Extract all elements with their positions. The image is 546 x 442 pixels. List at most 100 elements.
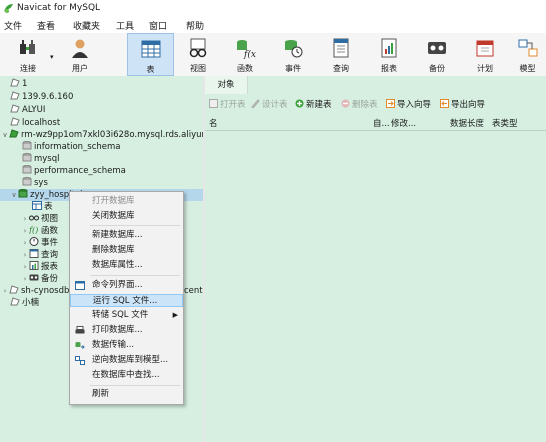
tree-item-database[interactable]: sys xyxy=(22,177,48,189)
tree-item-connection[interactable]: 1 xyxy=(10,78,27,90)
menu-item-close-database[interactable]: 关闭数据库 xyxy=(70,210,183,223)
table-icon xyxy=(141,40,160,58)
toolbar-schedule-button[interactable]: 计划 xyxy=(463,33,507,76)
tree-item-events[interactable]: › 事件 xyxy=(21,237,58,249)
main-toolbar: 连接 ▾ 用户 表 视图 f(x) 函数 xyxy=(0,33,546,77)
open-table-button[interactable]: 打开表 xyxy=(209,98,246,110)
delete-icon xyxy=(341,99,350,108)
tree-item-connection[interactable]: 小楠 xyxy=(10,297,39,309)
toolbar-table-button[interactable]: 表 xyxy=(127,33,174,76)
menu-item-dump-sql-file[interactable]: 转储 SQL 文件 ▶ xyxy=(70,309,183,322)
backup-icon xyxy=(428,42,446,54)
object-toolbar: 打开表 设计表 新建表 删除表 导入向导 导出向导 xyxy=(205,96,546,112)
menu-separator xyxy=(90,275,180,276)
design-table-icon xyxy=(251,99,260,108)
tree-item-reports[interactable]: › 报表 xyxy=(21,261,58,273)
menu-item-reverse-to-model[interactable]: 逆向数据库到模型... xyxy=(70,354,183,367)
tree-expand-toggle[interactable]: › xyxy=(21,249,29,261)
menu-item-data-transfer[interactable]: 数据传输... xyxy=(70,339,183,352)
column-header-auto-increment[interactable]: 自... xyxy=(373,117,390,129)
toolbar-report-button[interactable]: 报表 xyxy=(367,33,411,76)
svg-text:f(): f() xyxy=(29,226,38,234)
tree-item-database[interactable]: information_schema xyxy=(22,141,121,153)
tab-bar: 对象 xyxy=(205,76,546,94)
menu-view[interactable]: 查看 xyxy=(37,19,55,32)
tree-item-connection[interactable]: 139.9.6.160 xyxy=(10,91,73,103)
connection-icon xyxy=(10,117,20,126)
tree-item-functions[interactable]: › f() 函数 xyxy=(21,225,58,237)
column-header-name[interactable]: 名 xyxy=(209,117,218,129)
new-table-button[interactable]: 新建表 xyxy=(295,98,332,110)
database-context-menu: 打开数据库 关闭数据库 新建数据库... 删除数据库 数据库属性... 命令列界… xyxy=(69,191,184,405)
svg-text:f(x): f(x) xyxy=(243,49,256,59)
view-icon xyxy=(29,215,39,221)
menu-help[interactable]: 帮助 xyxy=(186,19,204,32)
tree-item-connection-open[interactable]: ∨ rm-wz9pp1om7xkl03i628o.mysql.rds.aliyun… xyxy=(1,129,216,141)
column-header-modified[interactable]: 修改... xyxy=(391,117,416,129)
tree-item-connection[interactable]: ALYUI xyxy=(10,104,45,116)
menu-file[interactable]: 文件 xyxy=(4,19,22,32)
navicat-logo-icon xyxy=(4,4,13,13)
toolbar-function-button[interactable]: f(x) 函数 xyxy=(223,33,267,76)
toolbar-backup-button[interactable]: 备份 xyxy=(415,33,459,76)
menu-item-refresh[interactable]: 刷新 xyxy=(70,388,183,401)
toolbar-model-button[interactable]: 模型 xyxy=(509,33,546,76)
tree-expand-toggle[interactable]: › xyxy=(21,261,29,273)
menu-favorites[interactable]: 收藏夹 xyxy=(73,19,100,32)
connection-icon xyxy=(9,285,19,294)
menu-bar: 文件 查看 收藏夹 工具 窗口 帮助 xyxy=(0,17,546,33)
schedule-icon xyxy=(476,40,494,57)
menu-item-open-database[interactable]: 打开数据库 xyxy=(70,195,183,208)
report-icon xyxy=(29,261,39,270)
export-wizard-button[interactable]: 导出向导 xyxy=(440,98,485,110)
tree-item-backups[interactable]: › 备份 xyxy=(21,273,58,285)
connection-icon xyxy=(10,104,20,113)
tree-expand-toggle[interactable]: › xyxy=(21,237,29,249)
tree-expand-toggle[interactable]: › xyxy=(21,213,29,225)
menu-item-database-properties[interactable]: 数据库属性... xyxy=(70,259,183,272)
toolbar-user-button[interactable]: 用户 xyxy=(58,33,102,76)
tree-expand-toggle[interactable]: ∨ xyxy=(10,189,18,201)
user-icon xyxy=(72,39,88,58)
menu-item-find-in-database[interactable]: 在数据库中查找... xyxy=(70,369,183,382)
menu-tools[interactable]: 工具 xyxy=(116,19,134,32)
tab-objects[interactable]: 对象 xyxy=(205,76,248,94)
tree-item-database[interactable]: performance_schema xyxy=(22,165,126,177)
export-icon xyxy=(440,99,449,108)
menu-window[interactable]: 窗口 xyxy=(149,19,167,32)
tree-item-views[interactable]: › 视图 xyxy=(21,213,58,225)
menu-item-delete-database[interactable]: 删除数据库 xyxy=(70,244,183,257)
delete-table-button[interactable]: 删除表 xyxy=(341,98,378,110)
menu-item-run-sql-file[interactable]: 运行 SQL 文件... xyxy=(70,294,183,307)
import-wizard-button[interactable]: 导入向导 xyxy=(386,98,431,110)
tree-item-database[interactable]: mysql xyxy=(22,153,60,165)
tree-expand-toggle[interactable]: › xyxy=(21,225,29,237)
query-icon xyxy=(29,249,39,258)
menu-item-new-database[interactable]: 新建数据库... xyxy=(70,229,183,242)
toolbar-event-button[interactable]: 事件 xyxy=(271,33,315,76)
toolbar-query-button[interactable]: 查询 xyxy=(319,33,363,76)
event-icon xyxy=(29,237,39,246)
toolbar-view-button[interactable]: 视图 xyxy=(176,33,220,76)
tree-expand-toggle[interactable]: ∨ xyxy=(1,129,9,141)
connection-dropdown-arrow-icon[interactable]: ▾ xyxy=(50,53,54,61)
database-open-icon xyxy=(18,189,28,198)
window-title: Navicat for MySQL xyxy=(17,3,101,13)
column-header-table-type[interactable]: 表类型 xyxy=(492,117,518,129)
design-table-button[interactable]: 设计表 xyxy=(251,98,288,110)
transfer-icon xyxy=(75,342,85,349)
import-icon xyxy=(386,99,395,108)
tree-expand-toggle[interactable]: › xyxy=(1,285,9,297)
toolbar-connection-button[interactable]: 连接 xyxy=(6,33,50,76)
tree-expand-toggle[interactable]: › xyxy=(21,273,29,285)
menu-separator xyxy=(90,225,180,226)
tree-item-connection[interactable]: localhost xyxy=(10,117,60,129)
add-icon xyxy=(295,99,304,108)
column-header-data-length[interactable]: 数据长度 xyxy=(450,117,484,129)
database-icon xyxy=(22,141,32,150)
menu-item-print-database[interactable]: 打印数据库... xyxy=(70,324,183,337)
tree-item-queries[interactable]: › 查询 xyxy=(21,249,58,261)
event-icon xyxy=(285,40,303,58)
menu-item-console[interactable]: 命令列界面... xyxy=(70,279,183,292)
tree-item-tables[interactable]: 表 xyxy=(32,201,53,213)
